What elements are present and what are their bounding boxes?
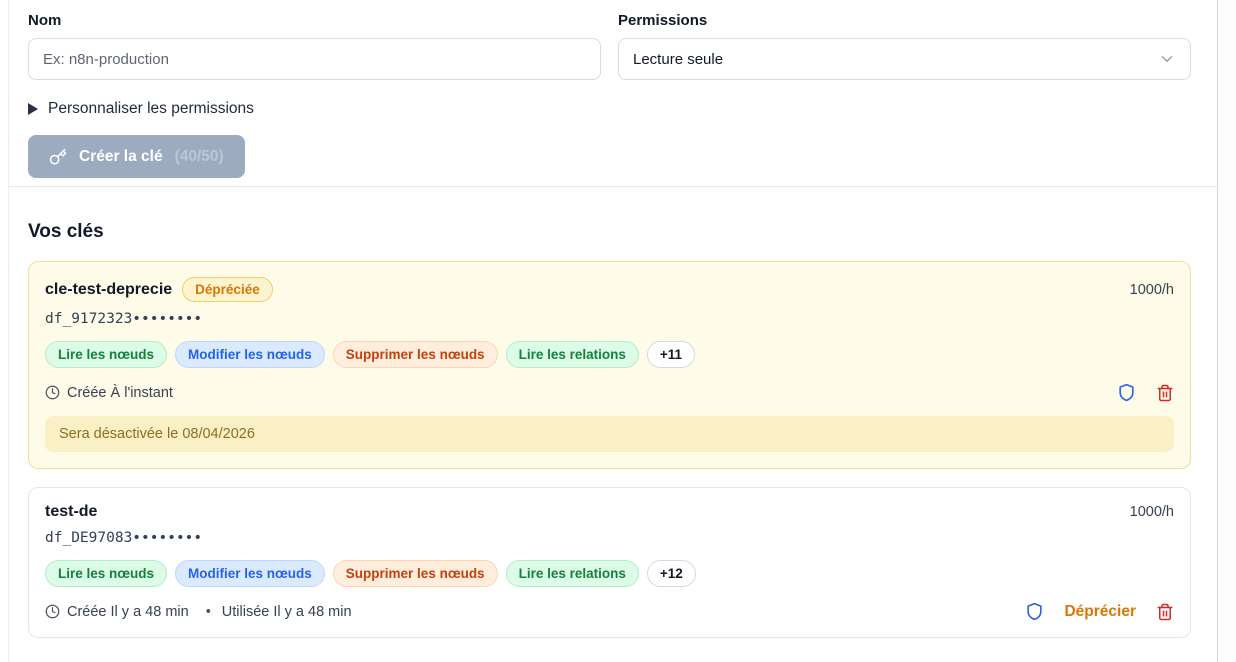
clock-icon xyxy=(45,604,60,619)
permission-badge: Modifier les nœuds xyxy=(175,560,325,587)
meta-separator: • xyxy=(206,604,211,620)
permissions-label: Permissions xyxy=(618,12,1191,29)
key-quota-count: (40/50) xyxy=(175,148,224,166)
permission-badges: Lire les nœuds Modifier les nœuds Supprime… xyxy=(45,560,1174,587)
last-used-text: Utilisée Il y a 48 min xyxy=(222,604,352,620)
permission-badge: Lire les relations xyxy=(506,560,639,587)
key-name: cle-test-deprecie xyxy=(45,281,172,299)
trash-icon[interactable] xyxy=(1156,384,1174,402)
permission-badge: Supprimer les nœuds xyxy=(333,560,498,587)
key-icon xyxy=(49,148,67,166)
shield-icon[interactable] xyxy=(1117,383,1136,402)
permissions-select-value: Lecture seule xyxy=(633,51,723,68)
rate-limit: 1000/h xyxy=(1130,282,1174,298)
permissions-select[interactable]: Lecture seule xyxy=(618,38,1191,80)
deactivation-warning: Sera désactivée le 08/04/2026 xyxy=(45,416,1174,452)
permission-badge: +12 xyxy=(647,560,696,587)
name-label: Nom xyxy=(28,12,601,29)
permission-badge: Lire les nœuds xyxy=(45,560,167,587)
deprecate-button[interactable]: Déprécier xyxy=(1064,603,1136,621)
create-key-button-label: Créer la clé xyxy=(79,148,163,166)
api-key-card-deprecated: cle-test-deprecie Dépréciée 1000/h df_91… xyxy=(28,261,1191,469)
clock-icon xyxy=(45,385,60,400)
chevron-down-icon xyxy=(1158,50,1176,68)
permission-badge: +11 xyxy=(647,341,695,368)
customize-permissions-label: Personnaliser les permissions xyxy=(48,100,254,118)
rate-limit: 1000/h xyxy=(1130,504,1174,520)
deprecated-status-badge: Dépréciée xyxy=(182,277,273,302)
permission-badge: Lire les nœuds xyxy=(45,341,167,368)
section-divider xyxy=(9,186,1218,187)
created-at-text: Créée À l'instant xyxy=(67,385,173,401)
permission-badge: Modifier les nœuds xyxy=(175,341,325,368)
permission-badges: Lire les nœuds Modifier les nœuds Supprime… xyxy=(45,341,1174,368)
masked-api-key: df_9172323•••••••• xyxy=(45,311,1174,327)
name-input[interactable] xyxy=(28,38,601,80)
your-keys-title: Vos clés xyxy=(28,221,1191,243)
create-key-button[interactable]: Créer la clé (40/50) xyxy=(28,135,245,178)
masked-api-key: df_DE97083•••••••• xyxy=(45,530,1174,546)
create-key-form: Nom Permissions Lecture seule xyxy=(28,12,1191,80)
api-keys-panel: Nom Permissions Lecture seule Personnali… xyxy=(8,0,1218,662)
trash-icon[interactable] xyxy=(1156,603,1174,621)
api-key-card-active: test-de 1000/h df_DE97083•••••••• Lire l… xyxy=(28,487,1191,638)
permission-badge: Lire les relations xyxy=(506,341,639,368)
scrollbar-track[interactable] xyxy=(1217,0,1236,662)
created-at-text: Créée Il y a 48 min xyxy=(67,604,189,620)
customize-permissions-toggle[interactable]: Personnaliser les permissions xyxy=(28,100,1191,118)
collapsed-triangle-icon xyxy=(28,103,38,115)
key-name: test-de xyxy=(45,503,97,521)
shield-icon[interactable] xyxy=(1025,602,1044,621)
permission-badge: Supprimer les nœuds xyxy=(333,341,498,368)
